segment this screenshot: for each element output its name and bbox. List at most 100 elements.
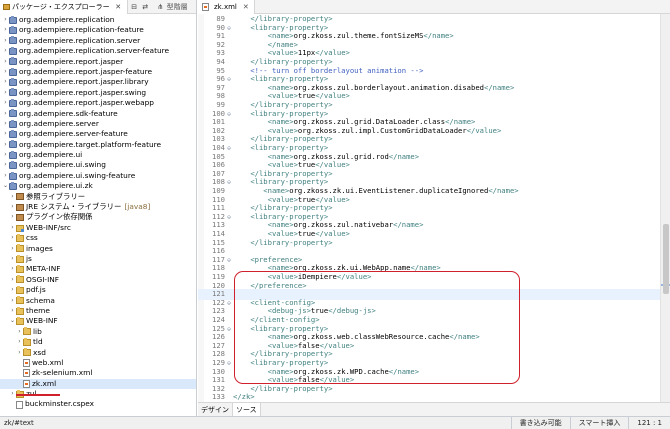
link-with-editor-icon[interactable]: ⇄	[141, 2, 150, 11]
collapsed-arrow-icon[interactable]: ›	[16, 337, 23, 347]
tree-item[interactable]: › org.adempiere.server	[0, 119, 196, 129]
tab-design[interactable]: デザイン	[198, 403, 232, 417]
collapsed-arrow-icon[interactable]: ›	[2, 15, 9, 25]
tree-item[interactable]: ⌄ WEB-INF	[0, 316, 196, 326]
tree-item-label: xsd	[33, 347, 46, 357]
xmlfile-icon	[23, 369, 30, 378]
tree-item[interactable]: › org.adempiere.report.jasper.webapp	[0, 98, 196, 108]
tree-item-label: org.adempiere.server-feature	[19, 129, 128, 139]
tree-item-label: org.adempiere.report.jasper.library	[19, 77, 149, 87]
collapsed-arrow-icon[interactable]: ›	[9, 233, 16, 243]
tab-type-hierarchy[interactable]: ⋔ 型階層	[150, 0, 192, 14]
collapsed-arrow-icon[interactable]: ›	[9, 306, 16, 316]
folder-icon	[16, 244, 24, 253]
type-hierarchy-icon: ⋔	[157, 2, 164, 11]
tree-item[interactable]: › js	[0, 254, 196, 264]
expanded-arrow-icon[interactable]: ⌄	[2, 181, 9, 191]
tree-item[interactable]: › org.adempiere.report.jasper.library	[0, 77, 196, 87]
vertical-scrollbar[interactable]	[660, 14, 670, 402]
src-icon	[16, 224, 24, 232]
collapsed-arrow-icon[interactable]: ›	[9, 264, 16, 274]
collapsed-arrow-icon[interactable]: ›	[9, 275, 16, 285]
collapsed-arrow-icon[interactable]: ›	[16, 327, 23, 337]
tree-item[interactable]: › org.adempiere.ui	[0, 150, 196, 160]
tree-item[interactable]: › org.adempiere.replication-feature	[0, 25, 196, 35]
scrollbar-thumb[interactable]	[663, 224, 669, 294]
tree-item[interactable]: web.xml	[0, 358, 196, 368]
project-icon	[9, 57, 17, 66]
tree-item[interactable]: › tld	[0, 337, 196, 347]
tree-item[interactable]: › 参照ライブラリー	[0, 192, 196, 202]
collapsed-arrow-icon[interactable]: ›	[2, 25, 9, 35]
tree-item-label: org.adempiere.replication-feature	[19, 25, 144, 35]
expanded-arrow-icon[interactable]: ⌄	[9, 316, 16, 326]
tree-item[interactable]: › theme	[0, 306, 196, 316]
collapsed-arrow-icon[interactable]: ›	[16, 348, 23, 358]
collapse-all-icon[interactable]: ⊟	[130, 2, 139, 11]
tree-item[interactable]: › org.adempiere.replication.server	[0, 36, 196, 46]
collapsed-arrow-icon[interactable]: ›	[2, 46, 9, 56]
project-tree: › org.adempiere.replication › org.adempiere…	[0, 14, 196, 410]
tree-item-label: WEB-INF/src	[26, 222, 71, 232]
tree-item[interactable]: › org.adempiere.report.jasper.swing	[0, 88, 196, 98]
collapsed-arrow-icon[interactable]: ›	[2, 67, 9, 77]
collapsed-arrow-icon[interactable]: ›	[9, 223, 16, 233]
tree-item-label: zk-selenium.xml	[32, 368, 93, 378]
tree-item[interactable]: › org.adempiere.ui.swing-feature	[0, 171, 196, 181]
tree-item[interactable]: › META-INF	[0, 264, 196, 274]
tree-item[interactable]: › org.adempiere.replication.server-featur…	[0, 46, 196, 56]
collapsed-arrow-icon[interactable]: ›	[2, 140, 9, 150]
editor-tab-zk-xml[interactable]: zk.xml ✕	[198, 0, 255, 14]
collapsed-arrow-icon[interactable]: ›	[9, 202, 16, 212]
tree-item[interactable]: › org.adempiere.sdk-feature	[0, 109, 196, 119]
collapsed-arrow-icon[interactable]: ›	[2, 109, 9, 119]
collapsed-arrow-icon[interactable]: ›	[9, 389, 16, 399]
code-line[interactable]: 133 </zk>	[198, 392, 660, 402]
tree-item[interactable]: › WEB-INF/src	[0, 223, 196, 233]
tree-item[interactable]: buckminster.cspex	[0, 399, 196, 409]
tree-item[interactable]: › lib	[0, 327, 196, 337]
close-icon[interactable]: ✕	[114, 2, 123, 11]
tree-item[interactable]: › org.adempiere.target.platform-feature	[0, 140, 196, 150]
collapsed-arrow-icon[interactable]: ›	[2, 57, 9, 67]
collapsed-arrow-icon[interactable]: ›	[2, 119, 9, 129]
collapsed-arrow-icon[interactable]: ›	[9, 285, 16, 295]
lib-icon	[16, 193, 24, 201]
tab-package-explorer[interactable]: パッケージ・エクスプローラー ✕	[0, 0, 128, 14]
collapsed-arrow-icon[interactable]: ›	[9, 192, 16, 202]
tree-item[interactable]: › org.adempiere.report.jasper	[0, 57, 196, 67]
collapsed-arrow-icon[interactable]: ›	[9, 254, 16, 264]
tree-item[interactable]: › org.adempiere.report.jasper-feature	[0, 67, 196, 77]
collapsed-arrow-icon[interactable]: ›	[9, 212, 16, 222]
tree-item[interactable]: › css	[0, 233, 196, 243]
status-insert-mode[interactable]: スマート挿入	[569, 416, 629, 429]
tree-item[interactable]: › org.adempiere.server-feature	[0, 129, 196, 139]
close-icon[interactable]: ✕	[243, 3, 249, 11]
collapsed-arrow-icon[interactable]: ›	[9, 244, 16, 254]
collapsed-arrow-icon[interactable]: ›	[2, 77, 9, 87]
collapsed-arrow-icon[interactable]: ›	[2, 88, 9, 98]
project-icon	[9, 15, 17, 24]
tree-item[interactable]: ⌄ org.adempiere.ui.zk	[0, 181, 196, 191]
collapsed-arrow-icon[interactable]: ›	[2, 98, 9, 108]
tab-source[interactable]: ソース	[232, 402, 261, 416]
collapsed-arrow-icon[interactable]: ›	[2, 150, 9, 160]
tree-item[interactable]: › xsd	[0, 348, 196, 358]
tree-item[interactable]: › JRE システム・ライブラリー [java8]	[0, 202, 196, 212]
project-icon	[9, 109, 17, 118]
tree-item[interactable]: › schema	[0, 296, 196, 306]
tree-item[interactable]: › org.adempiere.ui.swing	[0, 160, 196, 170]
tree-item[interactable]: zk.xml	[0, 378, 196, 390]
collapsed-arrow-icon[interactable]: ›	[2, 160, 9, 170]
collapsed-arrow-icon[interactable]: ›	[2, 171, 9, 181]
collapsed-arrow-icon[interactable]: ›	[2, 36, 9, 46]
tree-item[interactable]: › OSGI-INF	[0, 275, 196, 285]
tree-item[interactable]: › pdf.js	[0, 285, 196, 295]
collapsed-arrow-icon[interactable]: ›	[2, 129, 9, 139]
tree-item[interactable]: › images	[0, 244, 196, 254]
tree-item[interactable]: zk-selenium.xml	[0, 368, 196, 378]
tree-item[interactable]: › プラグイン依存関係	[0, 212, 196, 222]
collapsed-arrow-icon[interactable]: ›	[9, 296, 16, 306]
tab-package-explorer-label: パッケージ・エクスプローラー	[12, 2, 110, 11]
tree-item[interactable]: › org.adempiere.replication	[0, 15, 196, 25]
